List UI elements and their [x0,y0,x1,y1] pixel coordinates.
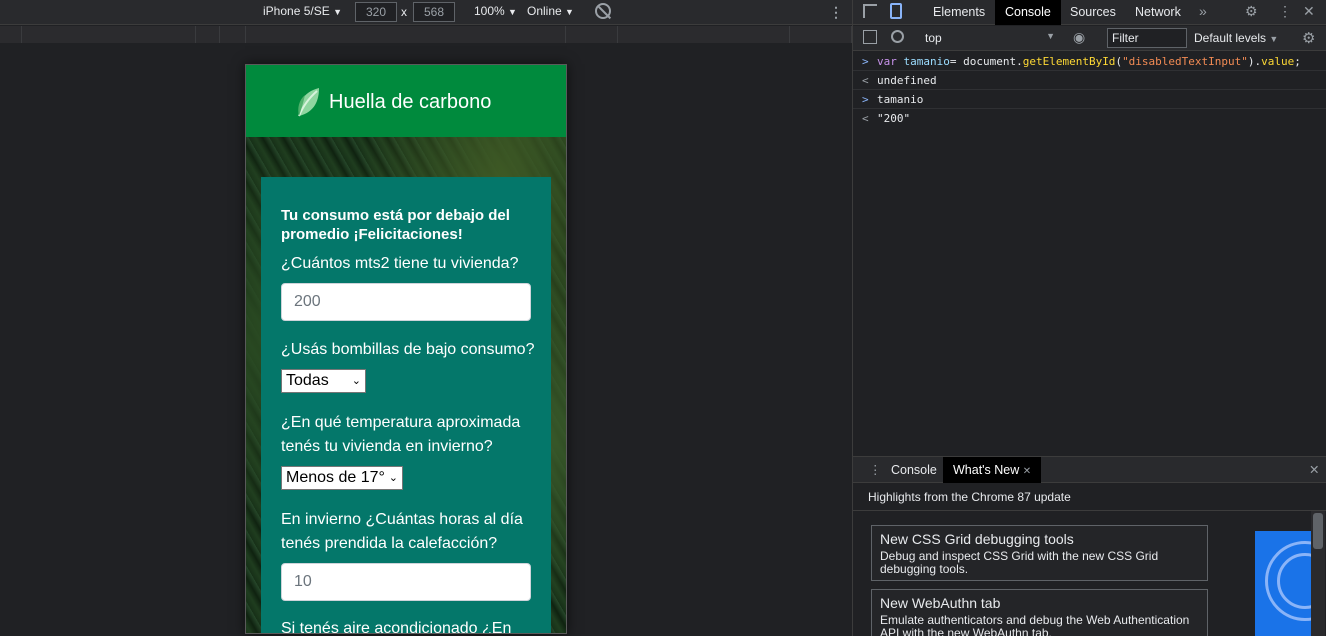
promo-image [1255,531,1313,636]
dimension-separator: x [401,5,407,19]
more-tabs-icon[interactable]: » [1199,3,1207,19]
width-input[interactable]: 320 [355,2,397,22]
console-settings-icon[interactable]: ⚙ [1302,29,1315,47]
console-line: < "200" [862,112,911,125]
device-toolbar: iPhone 5/SE ▼ 320 x 568 100% ▼ Online ▼ … [0,0,852,25]
sidebar-toggle-icon[interactable] [863,30,877,44]
temperature-select[interactable]: Menos de 17° ⌄ [281,466,403,490]
live-expression-icon[interactable]: ◉ [1073,29,1085,46]
tab-network[interactable]: Network [1125,0,1191,25]
media-query-ruler [0,26,852,43]
ac-label: Si tenés aire acondicionado ¿En [281,620,512,634]
settings-icon[interactable]: ⚙ [1245,3,1258,19]
device-select[interactable]: iPhone 5/SE ▼ [263,4,342,18]
bulbs-select[interactable]: Todas ⌄ [281,369,366,393]
customize-icon[interactable]: ⋮ [1278,3,1292,19]
drawer-tabbar: ⋮ Console What's New ✕ ✕ [853,456,1326,483]
temperature-label: ¿En qué temperatura aproximada tenés tu … [281,414,521,455]
height-input[interactable]: 568 [413,2,455,22]
console-line: < undefined [853,71,1326,90]
drawer-tab-whats-new[interactable]: What's New ✕ [943,457,1042,483]
more-options-icon[interactable]: ⋮ [829,4,843,20]
console-output[interactable]: > var tamanio= document.getElementById("… [853,52,1326,455]
rotate-icon[interactable] [595,3,611,19]
news-card[interactable]: New CSS Grid debugging tools Debug and i… [871,525,1208,581]
calculator-form: Tu consumo está por debajo del promedio … [261,177,551,634]
result-message: Tu consumo está por debajo del promedio … [281,207,510,243]
close-icon[interactable]: ✕ [1303,3,1315,19]
devtools-pane: Elements Console Sources Network » ⚙ ⋮ ✕… [852,0,1326,636]
area-input[interactable]: 200 [281,283,531,321]
tab-elements[interactable]: Elements [923,0,995,25]
log-levels-select[interactable]: Default levels ▼ [1194,31,1278,45]
tab-console[interactable]: Console [995,0,1061,25]
whats-new-heading: Highlights from the Chrome 87 update [868,490,1071,504]
console-line: > var tamanio= document.getElementById("… [853,52,1326,71]
tab-sources[interactable]: Sources [1060,0,1126,25]
area-label: ¿Cuántos mts2 tiene tu vivienda? [281,255,519,272]
whats-new-panel: New CSS Grid debugging tools Debug and i… [853,510,1326,636]
leaf-icon [298,88,319,117]
site-header: Huella de carbono [246,65,566,137]
device-toggle-icon[interactable] [890,3,902,19]
phone-viewport: Huella de carbono Tu consumo está por de… [245,64,567,634]
inspect-element-icon[interactable] [863,4,877,18]
news-card[interactable]: New WebAuthn tab Emulate authenticators … [871,589,1208,636]
heating-hours-label: En invierno ¿Cuántas horas al día tenés … [281,511,523,552]
site-title[interactable]: Huella de carbono [329,91,491,114]
console-toolbar: top ▼ ◉ Filter Default levels ▼ ⚙ [853,26,1326,51]
scrollbar[interactable] [1311,511,1325,636]
console-filter-input[interactable]: Filter [1107,28,1187,48]
device-emulation-pane: iPhone 5/SE ▼ 320 x 568 100% ▼ Online ▼ … [0,0,852,636]
throttling-select[interactable]: Online ▼ [527,4,574,18]
context-select[interactable]: top ▼ [925,31,1055,45]
close-drawer-icon[interactable]: ✕ [1299,457,1326,483]
drawer-tab-console[interactable]: Console [881,457,947,483]
chevron-down-icon: ⌄ [388,472,398,484]
clear-console-icon[interactable] [891,30,904,43]
heating-hours-input[interactable]: 10 [281,563,531,601]
chevron-down-icon: ⌄ [351,375,361,387]
devtools-tabbar: Elements Console Sources Network » ⚙ ⋮ ✕ [853,0,1326,25]
console-line: > tamanio [853,90,1326,109]
zoom-select[interactable]: 100% ▼ [474,4,517,18]
bulbs-label: ¿Usás bombillas de bajo consumo? [281,341,535,358]
